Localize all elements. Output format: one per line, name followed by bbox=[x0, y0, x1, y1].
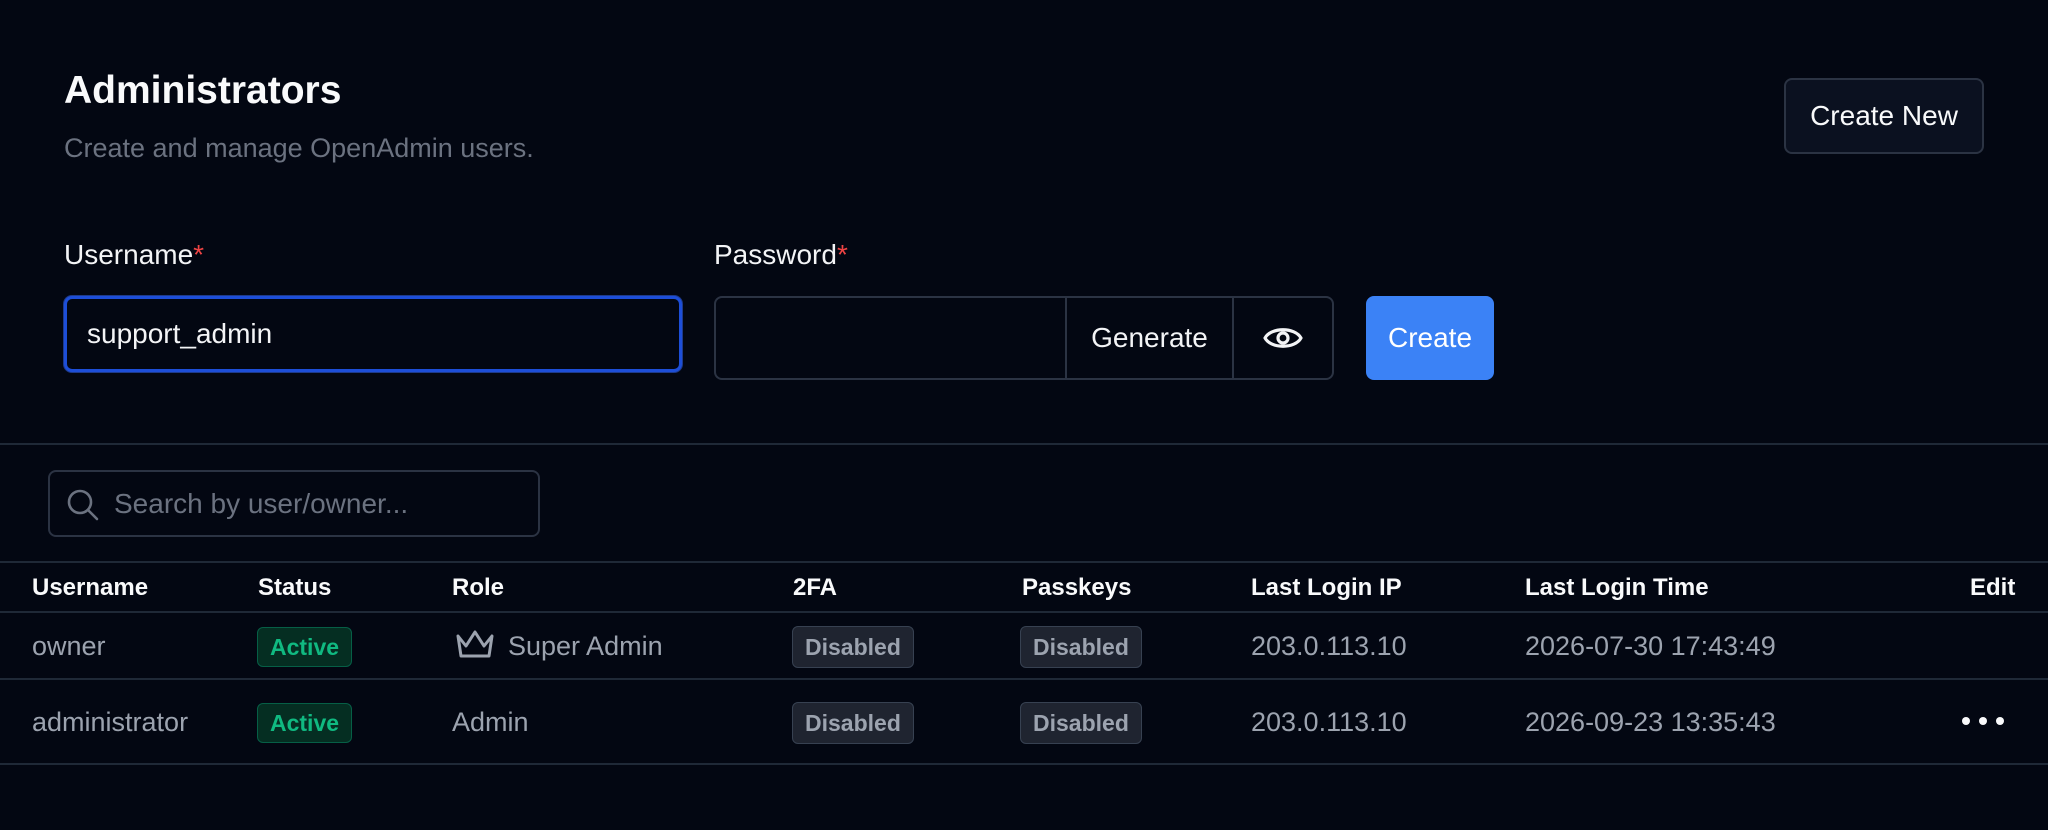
cell-username[interactable]: administrator bbox=[32, 706, 188, 738]
username-input[interactable] bbox=[64, 296, 682, 372]
more-horizontal-icon bbox=[1962, 717, 2004, 725]
toggle-password-visibility-button[interactable] bbox=[1234, 296, 1334, 380]
row-actions-button[interactable] bbox=[1958, 706, 2008, 736]
password-label: Password* bbox=[714, 239, 848, 270]
column-header-last-login-time[interactable]: Last Login Time bbox=[1525, 572, 1709, 604]
column-header-status[interactable]: Status bbox=[258, 572, 331, 604]
generate-password-button[interactable]: Generate bbox=[1065, 296, 1234, 380]
2fa-badge: Disabled bbox=[792, 626, 914, 668]
column-header-username[interactable]: Username bbox=[32, 572, 148, 604]
page-subtitle: Create and manage OpenAdmin users. bbox=[64, 133, 534, 163]
passkeys-badge: Disabled bbox=[1020, 702, 1142, 744]
column-header-last-login-ip[interactable]: Last Login IP bbox=[1251, 572, 1402, 604]
cell-role: Super Admin bbox=[508, 631, 663, 661]
page-title: Administrators bbox=[64, 69, 342, 112]
search-input[interactable] bbox=[114, 472, 534, 535]
search-box bbox=[48, 470, 540, 537]
password-input[interactable] bbox=[714, 296, 1065, 380]
passkeys-badge: Disabled bbox=[1020, 626, 1142, 668]
section-divider bbox=[0, 443, 2048, 445]
required-mark: * bbox=[836, 239, 848, 270]
column-header-2fa[interactable]: 2FA bbox=[793, 572, 837, 604]
column-header-edit: Edit bbox=[1970, 574, 2016, 601]
search-icon bbox=[67, 489, 99, 521]
column-header-passkeys[interactable]: Passkeys bbox=[1022, 572, 1131, 604]
required-mark: * bbox=[193, 239, 205, 270]
row-divider bbox=[0, 678, 2048, 680]
cell-last-login-time: 2026-09-23 13:35:43 bbox=[1525, 707, 1776, 737]
table-header-border bbox=[0, 611, 2048, 613]
cell-username[interactable]: owner bbox=[32, 630, 106, 662]
table-top-border bbox=[0, 561, 2048, 563]
username-label: Username* bbox=[64, 239, 205, 270]
column-header-role[interactable]: Role bbox=[452, 572, 504, 604]
create-new-button[interactable]: Create New bbox=[1784, 78, 1984, 154]
create-button[interactable]: Create bbox=[1366, 296, 1494, 380]
status-badge: Active bbox=[257, 627, 353, 667]
status-badge: Active bbox=[257, 703, 353, 743]
cell-last-login-ip: 203.0.113.10 bbox=[1251, 707, 1407, 737]
2fa-badge: Disabled bbox=[792, 702, 914, 744]
crown-icon bbox=[456, 630, 494, 658]
cell-last-login-time: 2026-07-30 17:43:49 bbox=[1525, 631, 1776, 661]
cell-role: Admin bbox=[452, 707, 529, 737]
table-bottom-border bbox=[0, 763, 2048, 765]
eye-icon bbox=[1263, 328, 1303, 348]
cell-last-login-ip: 203.0.113.10 bbox=[1251, 631, 1407, 661]
password-field-group: Generate bbox=[714, 296, 1334, 380]
